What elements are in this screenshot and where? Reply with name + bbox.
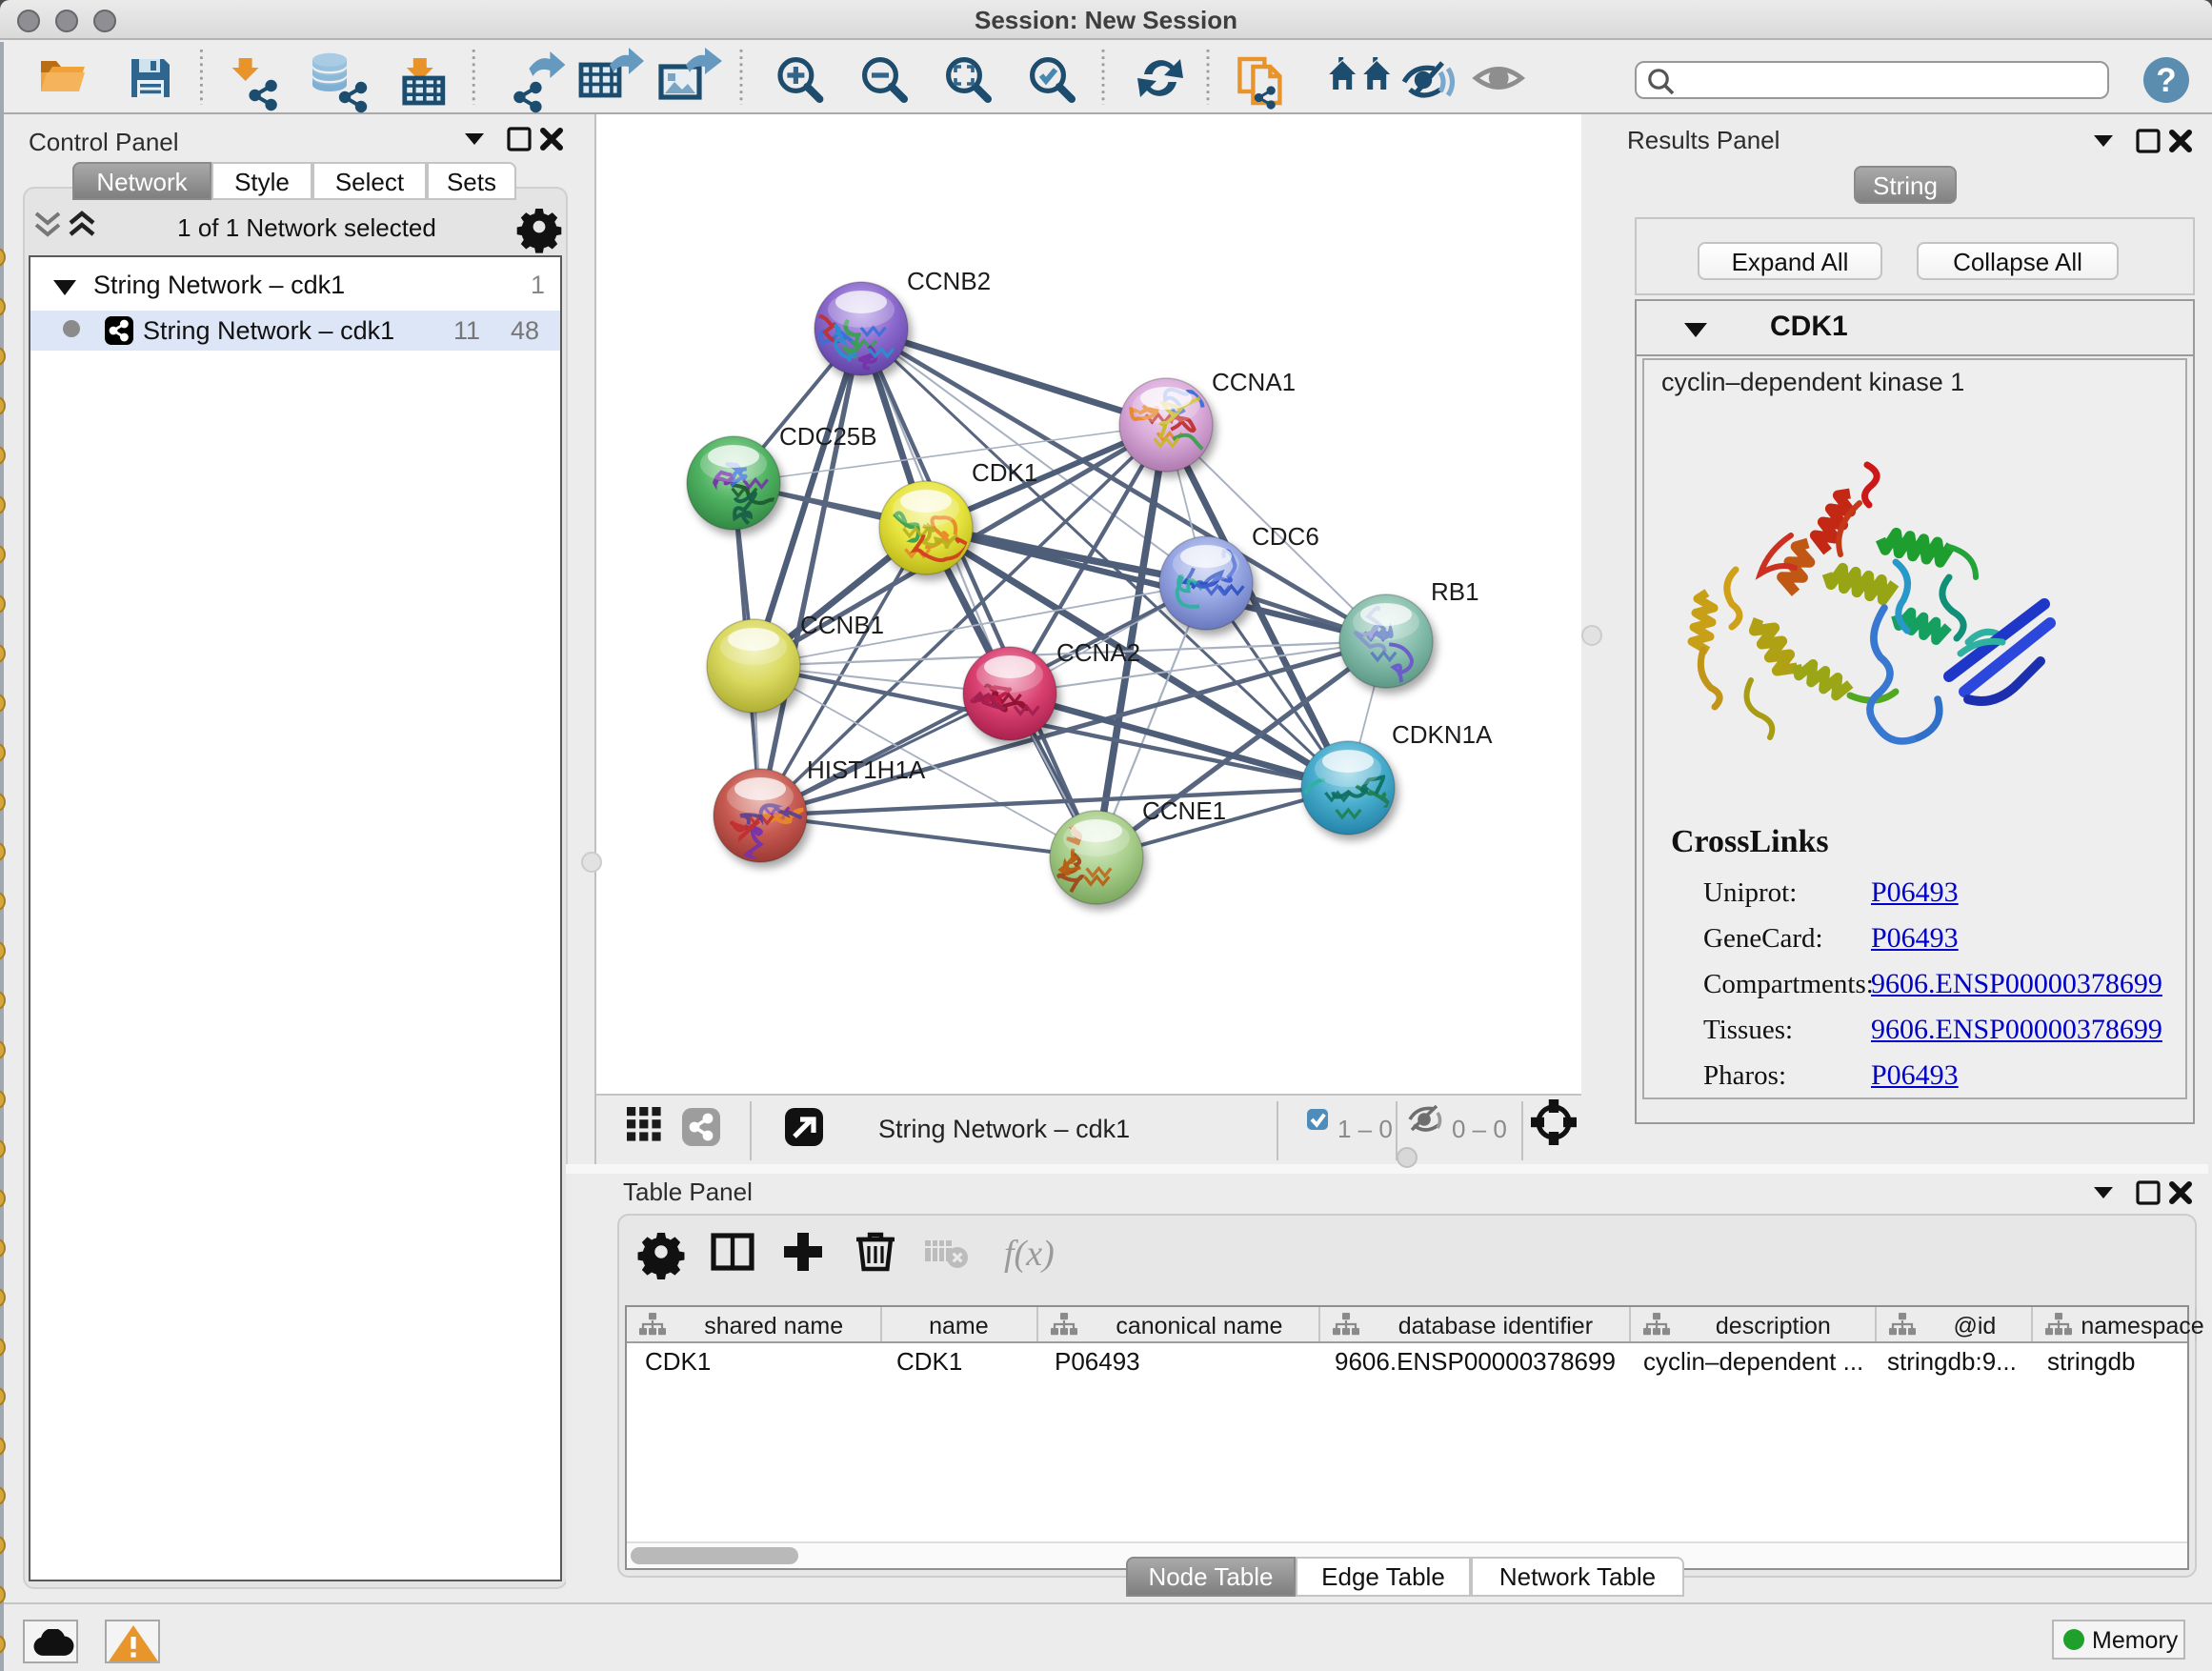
svg-text:CDKN1A: CDKN1A [1392,720,1493,749]
svg-text:1 of 1 Network selected: 1 of 1 Network selected [177,213,436,242]
svg-text:CDK1: CDK1 [972,458,1037,487]
svg-text:CCNA2: CCNA2 [1056,638,1140,667]
svg-text:CDC25B: CDC25B [779,422,877,451]
svg-text:RB1: RB1 [1431,577,1479,606]
svg-text:HIST1H1A: HIST1H1A [807,755,926,784]
svg-text:1 – 0: 1 – 0 [1337,1115,1393,1143]
svg-text:CCNE1: CCNE1 [1142,796,1226,825]
svg-text:CCNB2: CCNB2 [907,267,991,295]
svg-text:0 – 0: 0 – 0 [1452,1115,1507,1143]
svg-text:String Network – cdk1: String Network – cdk1 [878,1115,1130,1143]
svg-text:CCNB1: CCNB1 [800,611,884,639]
svg-text:CDC6: CDC6 [1252,522,1319,551]
svg-text:CCNA1: CCNA1 [1212,368,1296,396]
svg-text:f(x): f(x) [1003,1234,1054,1274]
svg-text:?: ? [2156,62,2176,99]
